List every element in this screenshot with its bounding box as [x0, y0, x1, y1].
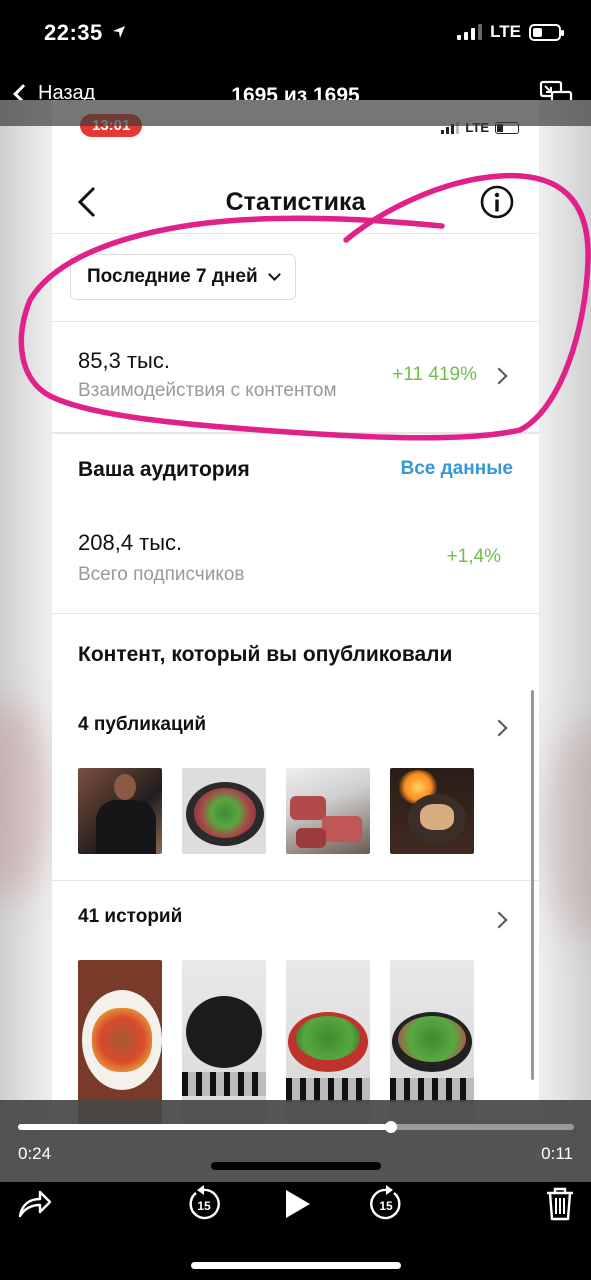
battery-icon — [529, 23, 564, 41]
info-icon[interactable] — [479, 184, 515, 220]
interactions-change: +11 419% — [392, 364, 477, 385]
followers-label: Всего подписчиков — [78, 564, 245, 585]
svg-text:15: 15 — [379, 1199, 393, 1213]
elapsed-time: 0:24 — [18, 1144, 52, 1163]
location-arrow-icon — [113, 26, 126, 38]
scroll-indicator — [531, 690, 534, 1080]
content-title: Контент, который вы опубликовали — [78, 643, 453, 666]
status-indicators: LTE — [457, 22, 564, 42]
status-time-text: 22:35 — [44, 20, 103, 45]
blurred-background — [0, 700, 50, 900]
skip-forward-15-icon[interactable]: 15 — [366, 1184, 406, 1224]
interactions-value: 85,3 тыс. — [78, 348, 170, 373]
scrubber-progress — [18, 1124, 391, 1130]
scrubber-knob[interactable] — [384, 1121, 397, 1133]
video-home-indicator — [211, 1162, 381, 1170]
home-indicator — [191, 1262, 401, 1269]
play-icon[interactable] — [276, 1184, 316, 1224]
network-type: LTE — [490, 22, 521, 41]
blurred-background-right — [545, 720, 591, 940]
followers-row: 208,4 тыс. Всего подписчиков +1,4% — [52, 510, 539, 610]
stories-label: 41 историй — [78, 906, 183, 927]
divider — [52, 432, 539, 434]
post-thumbnail-4[interactable] — [390, 768, 474, 854]
page-title: Статистика — [225, 188, 366, 216]
all-data-link[interactable]: Все данные — [400, 458, 513, 480]
svg-text:15: 15 — [197, 1199, 211, 1213]
posts-row[interactable]: 4 публикаций — [52, 708, 539, 748]
audience-title: Ваша аудитория — [78, 458, 250, 481]
chevron-right-icon — [490, 719, 508, 737]
post-thumbnail-1[interactable] — [78, 768, 162, 854]
posts-thumbnails — [78, 768, 474, 854]
interactions-label: Взаимодействия с контентом — [78, 380, 337, 401]
share-icon[interactable] — [14, 1184, 54, 1224]
skip-back-15-icon[interactable]: 15 — [184, 1184, 224, 1224]
posts-label: 4 публикаций — [78, 714, 207, 735]
period-dropdown[interactable]: Последние 7 дней — [70, 254, 296, 300]
status-time: 22:35 — [44, 20, 126, 46]
post-thumbnail-3[interactable] — [286, 768, 370, 854]
divider — [52, 880, 539, 881]
recorded-screen: 13:01 LTE Статистика Последние 7 — [52, 100, 539, 1130]
cellular-signal-icon — [457, 24, 483, 40]
stats-nav-bar: Статистика — [52, 170, 539, 234]
stories-row[interactable]: 41 историй — [52, 900, 539, 940]
period-label: Последние 7 дней — [87, 266, 258, 287]
chevron-right-icon — [490, 367, 508, 385]
followers-value: 208,4 тыс. — [78, 530, 183, 555]
post-thumbnail-2[interactable] — [182, 768, 266, 854]
remaining-time: 0:11 — [541, 1144, 573, 1163]
video-top-shade — [0, 100, 591, 126]
chevron-down-icon — [267, 268, 281, 281]
trash-icon[interactable] — [540, 1184, 580, 1224]
interactions-row[interactable]: 85,3 тыс. Взаимодействия с контентом +11… — [52, 322, 539, 432]
status-bar: 22:35 LTE — [0, 0, 591, 68]
chevron-right-icon — [490, 911, 508, 929]
video-stage: 13:01 LTE Статистика Последние 7 — [0, 100, 591, 1190]
followers-change: +1,4% — [446, 546, 501, 567]
divider — [52, 613, 539, 614]
video-scrubber[interactable] — [18, 1121, 574, 1133]
